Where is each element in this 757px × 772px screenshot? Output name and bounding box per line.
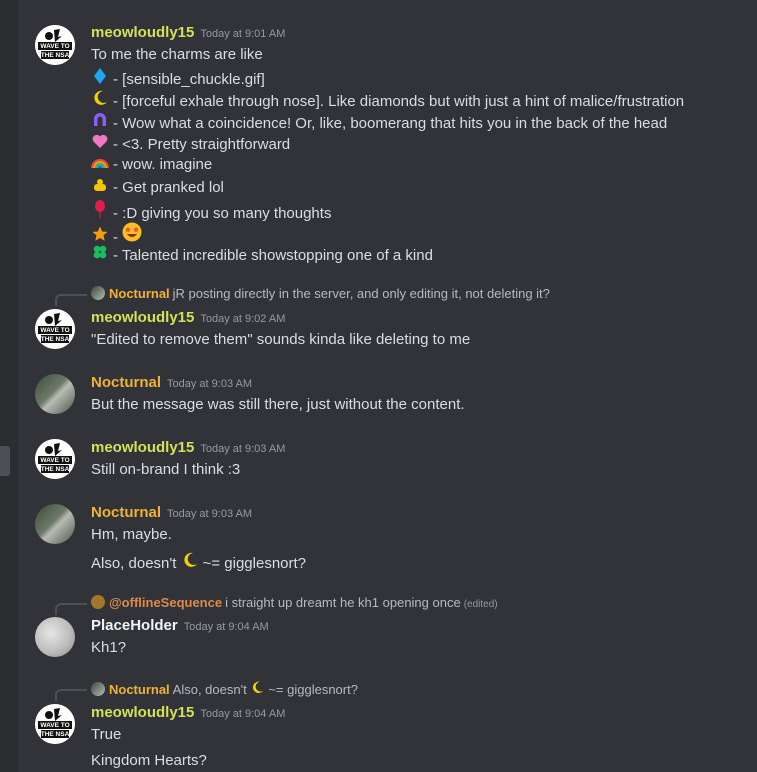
- avatar[interactable]: [35, 617, 75, 657]
- message-header: meowloudly15 Today at 9:02 AM: [91, 309, 285, 327]
- reply-avatar: [91, 595, 105, 609]
- avatar[interactable]: WAVE TO THE NSA: [35, 704, 75, 744]
- magnet-icon: [91, 112, 109, 132]
- avatar[interactable]: WAVE TO THE NSA: [35, 439, 75, 479]
- avatar-text-line1: WAVE TO: [40, 722, 69, 729]
- moon-icon: [181, 552, 199, 572]
- avatar-text-line1: WAVE TO: [40, 327, 69, 334]
- scrollbar-thumb[interactable]: [0, 446, 10, 476]
- pot-of-gold-icon: [91, 178, 109, 196]
- timestamp[interactable]: Today at 9:04 AM: [200, 708, 285, 720]
- username[interactable]: meowloudly15: [91, 309, 194, 326]
- scroll-gutter: [0, 0, 18, 772]
- reply-text: Also, doesn't: [172, 682, 247, 697]
- message-text: - Talented incredible showstopping one o…: [91, 244, 433, 264]
- diamond-icon: [91, 68, 109, 88]
- avatar-text-line2: THE NSA: [41, 52, 70, 59]
- reply-spine: [55, 603, 87, 615]
- message-text: -: [91, 222, 144, 246]
- username[interactable]: meowloudly15: [91, 439, 194, 456]
- moon-icon: [91, 90, 109, 110]
- username[interactable]: Nocturnal: [91, 374, 161, 391]
- username[interactable]: Nocturnal: [91, 504, 161, 521]
- balloon-icon: [91, 200, 109, 222]
- avatar-text-line2: THE NSA: [41, 466, 70, 473]
- rainbow-icon: [91, 156, 109, 173]
- heart-icon: [91, 134, 109, 153]
- message-text: - [forceful exhale through nose]. Like d…: [91, 90, 684, 110]
- message-header: meowloudly15 Today at 9:04 AM: [91, 704, 285, 722]
- username[interactable]: meowloudly15: [91, 24, 194, 41]
- avatar[interactable]: WAVE TO THE NSA: [35, 25, 75, 65]
- message-text: - <3. Pretty straightforward: [91, 134, 290, 153]
- avatar[interactable]: WAVE TO THE NSA: [35, 309, 75, 349]
- moon-icon: [250, 681, 264, 697]
- username[interactable]: PlaceHolder: [91, 617, 178, 634]
- message-header: PlaceHolder Today at 9:04 AM: [91, 617, 269, 635]
- reply-author[interactable]: @offlineSequence: [109, 595, 222, 610]
- message-text: - :D giving you so many thoughts: [91, 200, 331, 222]
- message-text: - wow. imagine: [91, 156, 212, 173]
- message-text: True: [91, 726, 122, 743]
- avatar-text-line1: WAVE TO: [40, 43, 69, 50]
- message-text: But the message was still there, just wi…: [91, 396, 465, 413]
- reply-spine: [55, 294, 87, 306]
- star-struck-emoji-icon: [122, 222, 142, 246]
- avatar[interactable]: [35, 374, 75, 414]
- message-text: - [sensible_chuckle.gif]: [91, 68, 265, 88]
- message-text: - Get pranked lol: [91, 178, 224, 196]
- timestamp[interactable]: Today at 9:03 AM: [167, 508, 252, 520]
- edited-label: (edited): [463, 599, 498, 610]
- star-icon: [91, 226, 109, 246]
- reply-text: i straight up dreamt he kh1 opening once: [225, 595, 461, 610]
- avatar-text-line2: THE NSA: [41, 731, 70, 738]
- message-header: meowloudly15 Today at 9:01 AM: [91, 24, 285, 42]
- timestamp[interactable]: Today at 9:03 AM: [200, 443, 285, 455]
- message-text: Still on-brand I think :3: [91, 461, 241, 478]
- reply-spine: [55, 689, 87, 701]
- timestamp[interactable]: Today at 9:02 AM: [200, 313, 285, 325]
- avatar-text-line2: THE NSA: [41, 336, 70, 343]
- reply-text: ~= gigglesnort?: [268, 682, 358, 697]
- timestamp[interactable]: Today at 9:03 AM: [167, 378, 252, 390]
- timestamp[interactable]: Today at 9:04 AM: [184, 621, 269, 633]
- message-text: Kh1?: [91, 639, 127, 656]
- reply-avatar: [91, 682, 105, 696]
- message-text: Kingdom Hearts?: [91, 752, 207, 769]
- username[interactable]: meowloudly15: [91, 704, 194, 721]
- timestamp[interactable]: Today at 9:01 AM: [200, 28, 285, 40]
- message-header: Nocturnal Today at 9:03 AM: [91, 374, 252, 392]
- reply-author[interactable]: Nocturnal: [109, 682, 170, 697]
- message-text: To me the charms are like: [91, 46, 263, 63]
- message-text: Hm, maybe.: [91, 526, 172, 543]
- clover-icon: [91, 244, 109, 264]
- avatar[interactable]: [35, 504, 75, 544]
- message-header: Nocturnal Today at 9:03 AM: [91, 504, 252, 522]
- message-text: "Edited to remove them" sounds kinda lik…: [91, 331, 471, 348]
- reply-text: jR posting directly in the server, and o…: [172, 286, 550, 301]
- message-text: Also, doesn't ~= gigglesnort?: [91, 552, 306, 572]
- reply-author[interactable]: Nocturnal: [109, 286, 170, 301]
- message-header: meowloudly15 Today at 9:03 AM: [91, 439, 285, 457]
- avatar-text-line1: WAVE TO: [40, 457, 69, 464]
- message-text: - Wow what a coincidence! Or, like, boom…: [91, 112, 667, 132]
- reply-avatar: [91, 286, 105, 300]
